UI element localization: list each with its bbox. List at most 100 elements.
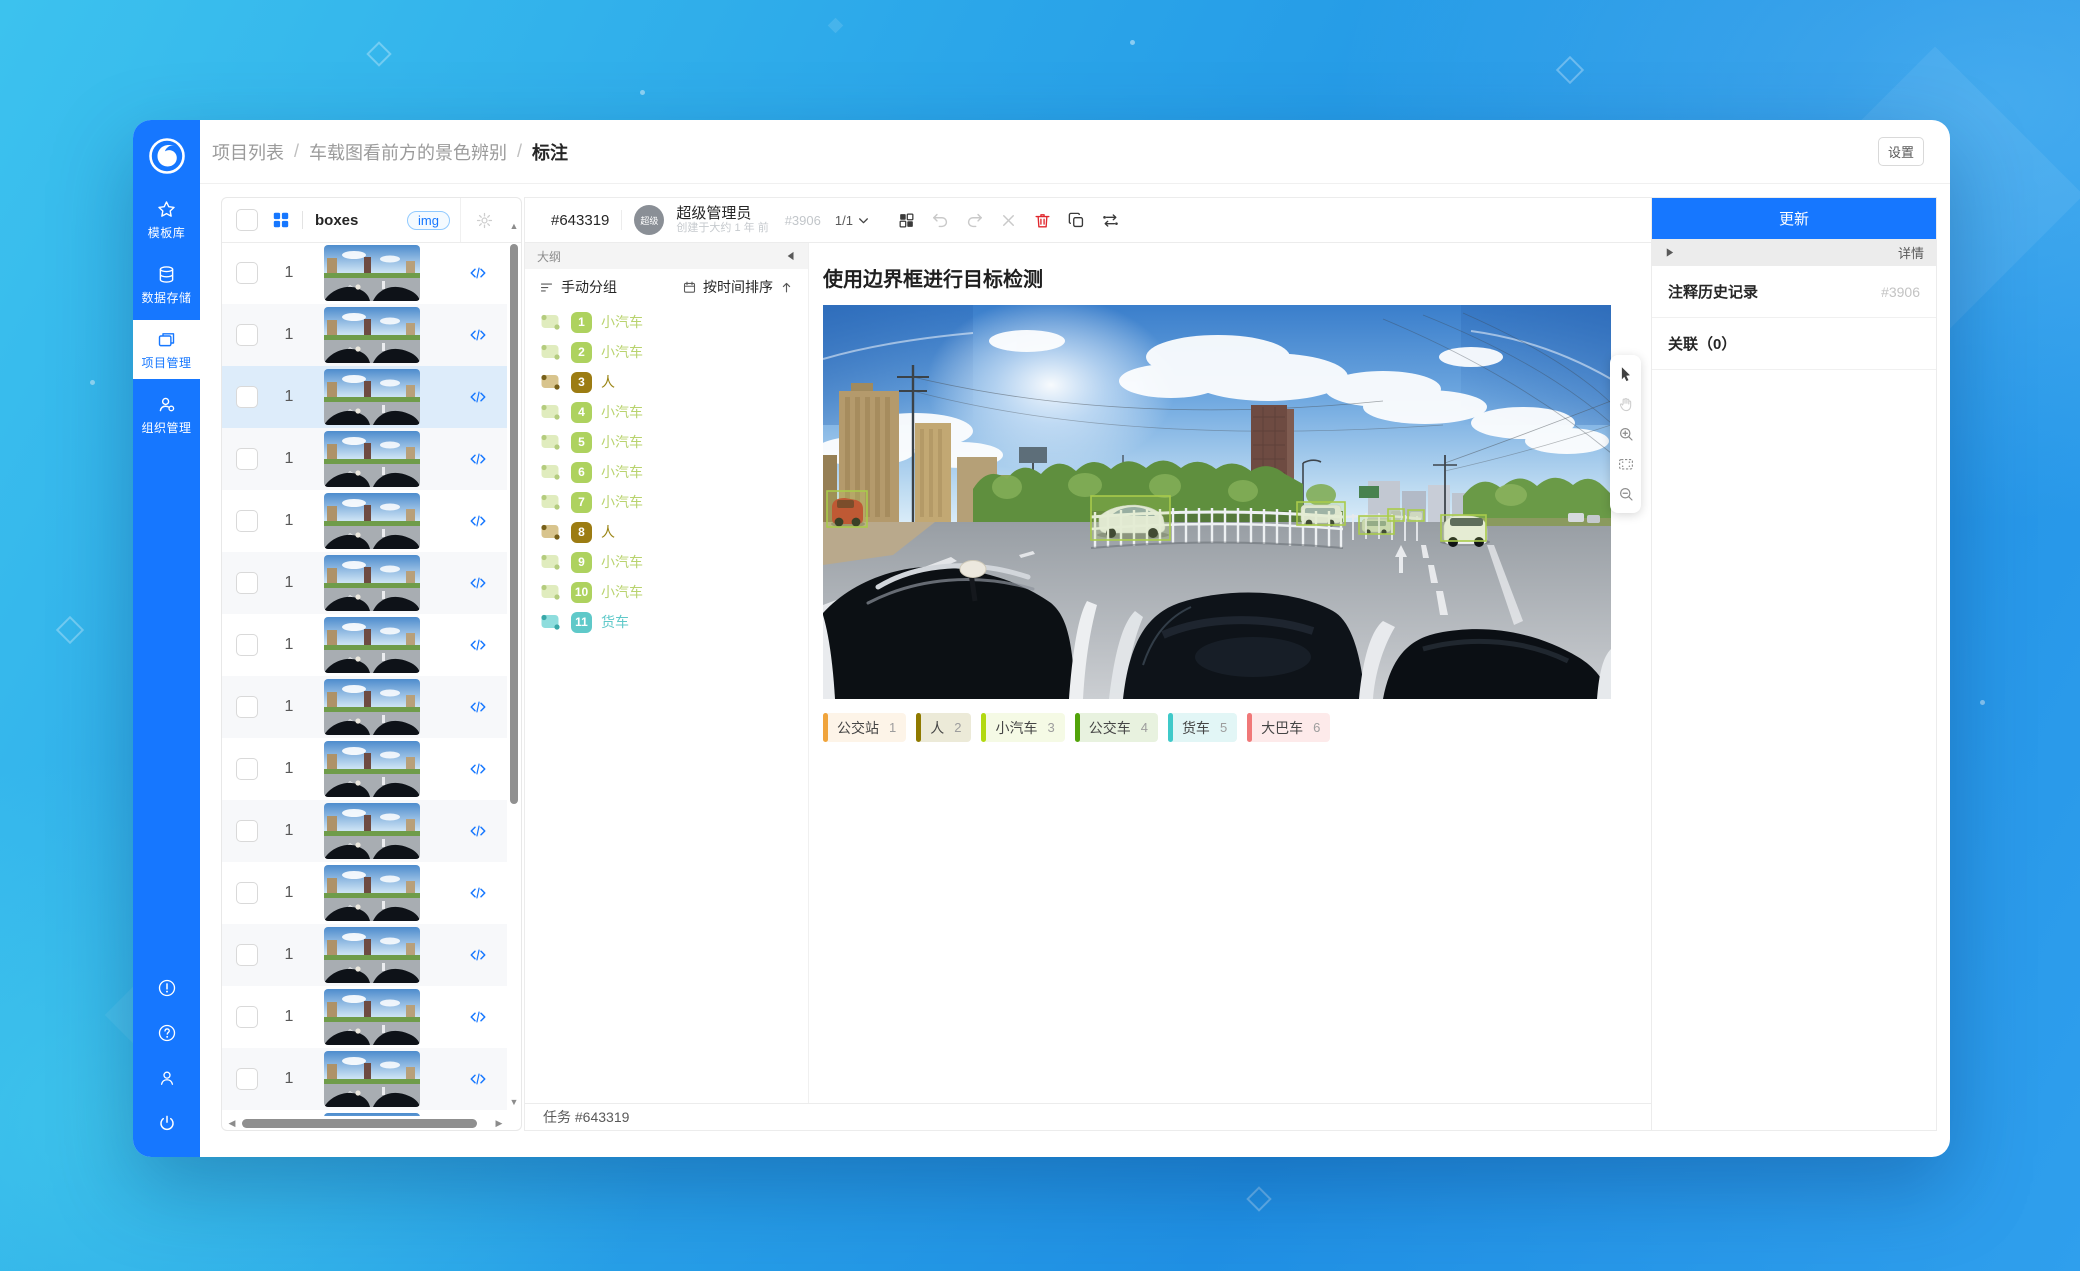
row-thumbnail[interactable] bbox=[324, 431, 420, 487]
reset-button[interactable] bbox=[994, 205, 1024, 235]
code-icon[interactable] bbox=[469, 388, 487, 406]
row-thumbnail[interactable] bbox=[324, 989, 420, 1045]
code-icon[interactable] bbox=[469, 512, 487, 530]
details-toggle-bar[interactable]: 详情 bbox=[1652, 239, 1936, 266]
grid-view-icon[interactable] bbox=[272, 211, 290, 229]
select-all-checkbox[interactable] bbox=[236, 209, 258, 231]
row-thumbnail[interactable] bbox=[324, 555, 420, 611]
code-icon[interactable] bbox=[469, 946, 487, 964]
table-row[interactable]: 1 bbox=[222, 862, 507, 924]
row-checkbox[interactable] bbox=[236, 572, 258, 594]
bounding-box[interactable] bbox=[1408, 510, 1424, 521]
sidebar-item-templates[interactable]: 模板库 bbox=[133, 190, 200, 249]
row-thumbnail[interactable] bbox=[324, 617, 420, 673]
row-thumbnail[interactable] bbox=[324, 1051, 420, 1107]
breadcrumb-item[interactable]: 车载图看前方的景色辨别 bbox=[309, 139, 507, 165]
code-icon[interactable] bbox=[469, 822, 487, 840]
bounding-box[interactable] bbox=[827, 491, 867, 527]
redo-button[interactable] bbox=[960, 205, 990, 235]
annotation-canvas[interactable] bbox=[823, 305, 1611, 699]
settings-button[interactable]: 设置 bbox=[1878, 137, 1924, 166]
table-row[interactable]: 1 bbox=[222, 986, 507, 1048]
code-icon[interactable] bbox=[469, 884, 487, 902]
row-checkbox[interactable] bbox=[236, 386, 258, 408]
sidebar-item-storage[interactable]: 数据存储 bbox=[133, 255, 200, 314]
outline-annotation-item[interactable]: 11 货车 bbox=[525, 607, 808, 637]
select-tool-button[interactable] bbox=[1610, 359, 1641, 389]
bounding-box[interactable] bbox=[1388, 509, 1404, 521]
row-thumbnail[interactable] bbox=[324, 803, 420, 859]
help-icon[interactable] bbox=[157, 1023, 177, 1043]
scrollbar-thumb[interactable] bbox=[510, 244, 518, 804]
user-icon[interactable] bbox=[157, 1068, 177, 1088]
row-checkbox[interactable] bbox=[236, 1068, 258, 1090]
table-row[interactable]: 1 bbox=[222, 738, 507, 800]
row-checkbox[interactable] bbox=[236, 758, 258, 780]
code-icon[interactable] bbox=[469, 698, 487, 716]
row-checkbox[interactable] bbox=[236, 510, 258, 532]
scrollbar-thumb[interactable] bbox=[242, 1119, 477, 1128]
row-thumbnail[interactable] bbox=[324, 741, 420, 797]
code-icon[interactable] bbox=[469, 1070, 487, 1088]
horizontal-scrollbar[interactable]: ◀ ▶ bbox=[226, 1117, 505, 1129]
update-button[interactable]: 更新 bbox=[1652, 198, 1936, 239]
row-thumbnail[interactable] bbox=[324, 927, 420, 983]
table-row[interactable]: 1 bbox=[222, 614, 507, 676]
table-row[interactable]: 1 bbox=[222, 676, 507, 738]
breadcrumb-item[interactable]: 项目列表 bbox=[212, 139, 284, 165]
scroll-right-icon[interactable]: ▶ bbox=[493, 1117, 505, 1129]
duplicate-button[interactable] bbox=[1062, 205, 1092, 235]
annotation-pager[interactable]: 1/1 bbox=[835, 213, 870, 228]
app-logo[interactable] bbox=[147, 136, 187, 176]
row-thumbnail[interactable] bbox=[324, 679, 420, 735]
code-icon[interactable] bbox=[469, 326, 487, 344]
row-thumbnail[interactable] bbox=[324, 865, 420, 921]
row-checkbox[interactable] bbox=[236, 944, 258, 966]
outline-annotation-item[interactable]: 1 小汽车 bbox=[525, 307, 808, 337]
relations-row[interactable]: 关联（0） bbox=[1652, 318, 1936, 370]
sidebar-item-projects[interactable]: 项目管理 bbox=[133, 320, 200, 379]
table-row[interactable]: 1 bbox=[222, 428, 507, 490]
outline-annotation-item[interactable]: 6 小汽车 bbox=[525, 457, 808, 487]
row-checkbox[interactable] bbox=[236, 262, 258, 284]
bounding-box[interactable] bbox=[1441, 515, 1486, 541]
code-icon[interactable] bbox=[469, 264, 487, 282]
notice-icon[interactable] bbox=[157, 978, 177, 998]
table-row[interactable]: 1 bbox=[222, 1110, 507, 1116]
outline-annotation-item[interactable]: 8 人 bbox=[525, 517, 808, 547]
scroll-left-icon[interactable]: ◀ bbox=[226, 1117, 238, 1129]
label-chip[interactable]: 大巴车 6 bbox=[1247, 713, 1330, 742]
label-chip[interactable]: 货车 5 bbox=[1168, 713, 1237, 742]
table-row[interactable]: 1 bbox=[222, 552, 507, 614]
row-checkbox[interactable] bbox=[236, 634, 258, 656]
table-row[interactable]: 1 bbox=[222, 490, 507, 552]
table-row[interactable]: 1 bbox=[222, 800, 507, 862]
bounding-box[interactable] bbox=[1297, 502, 1345, 525]
table-row[interactable]: 1 bbox=[222, 924, 507, 986]
code-icon[interactable] bbox=[469, 760, 487, 778]
row-thumbnail[interactable] bbox=[324, 307, 420, 363]
sort-control[interactable]: 按时间排序 bbox=[682, 277, 794, 297]
code-icon[interactable] bbox=[469, 636, 487, 654]
row-checkbox[interactable] bbox=[236, 1006, 258, 1028]
row-checkbox[interactable] bbox=[236, 324, 258, 346]
bounding-box[interactable] bbox=[1091, 496, 1170, 540]
outline-annotation-item[interactable]: 7 小汽车 bbox=[525, 487, 808, 517]
label-chip[interactable]: 公交站 1 bbox=[823, 713, 906, 742]
delete-button[interactable] bbox=[1028, 205, 1058, 235]
annotation-history-row[interactable]: 注释历史记录 #3906 bbox=[1652, 266, 1936, 318]
zoom-in-button[interactable] bbox=[1610, 419, 1641, 449]
avatar[interactable]: 超级 bbox=[634, 205, 664, 235]
table-row[interactable]: 1 bbox=[222, 304, 507, 366]
scroll-down-icon[interactable]: ▼ bbox=[508, 1096, 520, 1108]
label-chip[interactable]: 公交车 4 bbox=[1075, 713, 1158, 742]
fit-to-screen-button[interactable] bbox=[1610, 449, 1641, 479]
grid-layout-button[interactable] bbox=[892, 205, 922, 235]
gear-icon[interactable] bbox=[475, 211, 494, 230]
zoom-out-button[interactable] bbox=[1610, 479, 1641, 509]
label-chip[interactable]: 小汽车 3 bbox=[981, 713, 1064, 742]
row-checkbox[interactable] bbox=[236, 448, 258, 470]
outline-annotation-item[interactable]: 5 小汽车 bbox=[525, 427, 808, 457]
vertical-scrollbar[interactable]: ▲ ▼ bbox=[508, 220, 520, 1108]
outline-annotation-item[interactable]: 9 小汽车 bbox=[525, 547, 808, 577]
